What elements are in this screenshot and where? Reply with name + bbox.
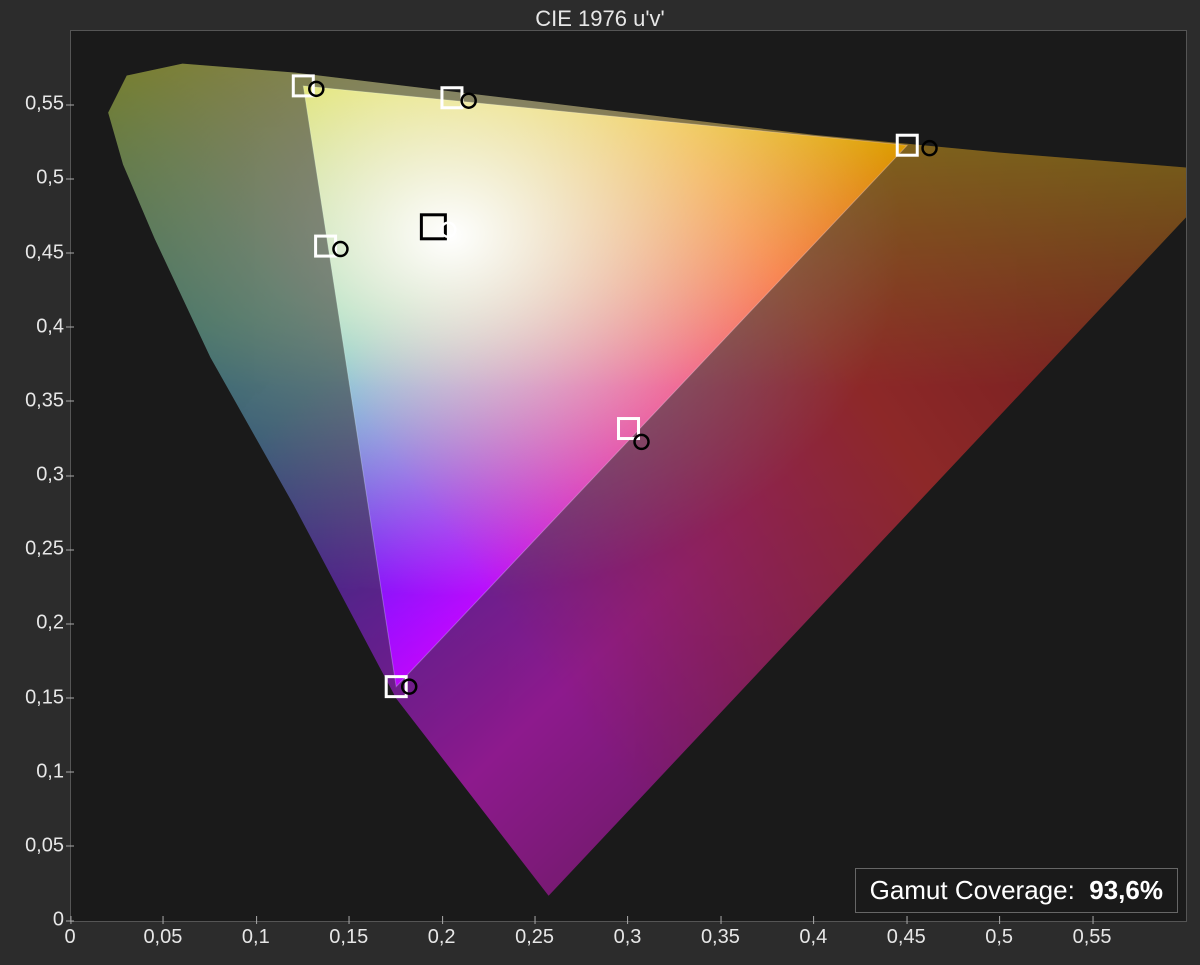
x-tick: 0: [64, 926, 75, 949]
coverage-value: 93,6%: [1089, 875, 1163, 905]
y-tick: 0,45: [25, 241, 64, 264]
chart-title: CIE 1976 u'v': [0, 6, 1200, 32]
x-tick: 0,5: [985, 926, 1013, 949]
coverage-label: Gamut Coverage:: [870, 875, 1075, 905]
x-tick: 0,3: [614, 926, 642, 949]
cie-diagram-svg: [71, 31, 1186, 921]
y-axis: 00,050,10,150,20,250,30,350,40,450,50,55: [0, 30, 70, 920]
x-tick: 0,35: [701, 926, 740, 949]
x-axis: 00,050,10,150,20,250,30,350,40,450,50,55: [70, 920, 1185, 960]
y-tick: 0,15: [25, 686, 64, 709]
cie-chart-frame: CIE 1976 u'v': [0, 0, 1200, 965]
x-tick: 0,05: [143, 926, 182, 949]
y-tick: 0,3: [36, 464, 64, 487]
y-tick: 0,4: [36, 315, 64, 338]
y-tick: 0,25: [25, 538, 64, 561]
y-tick: 0,5: [36, 167, 64, 190]
x-tick: 0,4: [799, 926, 827, 949]
x-tick: 0,25: [515, 926, 554, 949]
y-tick: 0,1: [36, 760, 64, 783]
x-tick: 0,2: [428, 926, 456, 949]
y-tick: 0,05: [25, 834, 64, 857]
y-tick: 0,2: [36, 612, 64, 635]
gamut-coverage-badge: Gamut Coverage: 93,6%: [855, 868, 1178, 913]
y-tick: 0: [53, 909, 64, 932]
y-tick: 0,35: [25, 389, 64, 412]
y-tick: 0,55: [25, 93, 64, 116]
x-tick: 0,55: [1073, 926, 1112, 949]
x-tick: 0,1: [242, 926, 270, 949]
x-tick: 0,15: [329, 926, 368, 949]
plot-area: Gamut Coverage: 93,6%: [70, 30, 1187, 922]
x-tick: 0,45: [887, 926, 926, 949]
